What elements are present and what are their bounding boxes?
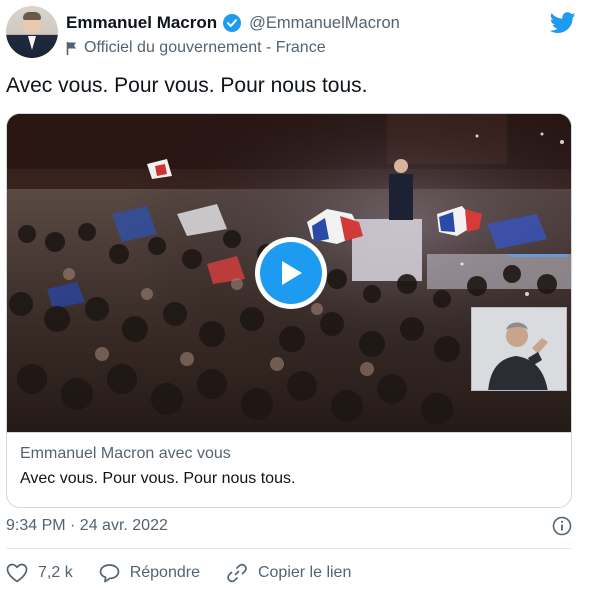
speech-bubble-icon [99, 564, 120, 583]
tweet-header: Emmanuel Macron @EmmanuelMacron Officiel… [6, 6, 584, 62]
copy-link-button[interactable]: Copier le lien [226, 562, 351, 584]
play-button[interactable] [255, 237, 327, 309]
like-count: 7,2 k [38, 564, 73, 581]
avatar-shirt [28, 36, 36, 50]
flag-icon [66, 41, 76, 55]
government-label-text: Officiel du gouvernement - France [84, 39, 326, 56]
divider [6, 548, 572, 549]
card-description: Avec vous. Pour vous. Pour nous tous. [20, 470, 296, 487]
like-button[interactable]: 7,2 k [6, 563, 73, 583]
author-name[interactable]: Emmanuel Macron [66, 13, 217, 33]
tweet-timestamp[interactable]: 9:34 PM · 24 avr. 2022 [6, 517, 168, 535]
twitter-bird-icon[interactable] [550, 12, 576, 34]
tweet-actions: 7,2 k Répondre Copier le lien [6, 561, 377, 585]
play-icon [282, 261, 302, 285]
reply-button[interactable]: Répondre [99, 563, 200, 583]
author-handle[interactable]: @EmmanuelMacron [249, 14, 400, 33]
heart-icon [6, 563, 28, 583]
link-icon [227, 563, 247, 583]
interpreter-figure [472, 308, 566, 390]
copy-link-label: Copier le lien [257, 564, 352, 581]
play-circle [260, 242, 322, 304]
info-icon[interactable] [552, 516, 572, 536]
video-card[interactable]: Emmanuel Macron avec vous Avec vous. Pou… [6, 113, 572, 508]
card-title: Emmanuel Macron avec vous [20, 445, 231, 462]
author-row: Emmanuel Macron @EmmanuelMacron [66, 13, 400, 33]
card-footer[interactable]: Emmanuel Macron avec vous Avec vous. Pou… [7, 432, 571, 507]
avatar[interactable] [6, 6, 58, 58]
video-media[interactable] [7, 114, 571, 432]
tweet-text: Avec vous. Pour vous. Pour nous tous. [6, 74, 368, 97]
government-label: Officiel du gouvernement - France [66, 39, 326, 57]
reply-label: Répondre [129, 564, 200, 581]
verified-badge-icon [223, 14, 242, 32]
avatar-hair [23, 12, 41, 20]
sign-language-interpreter [471, 307, 567, 391]
